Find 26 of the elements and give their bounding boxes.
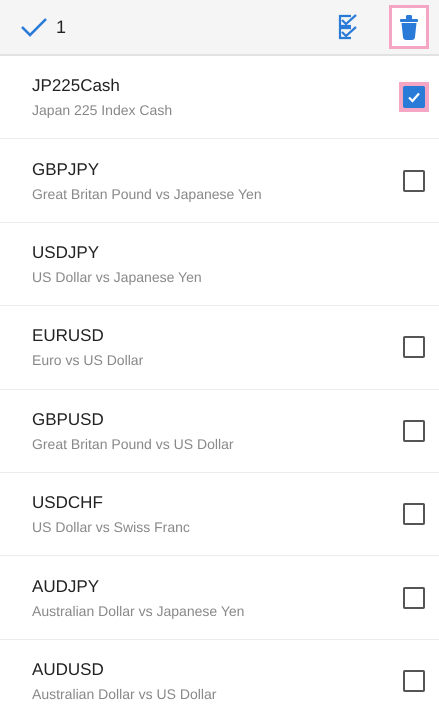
- checkbox[interactable]: [403, 503, 425, 526]
- symbol-description: Euro vs US Dollar: [32, 352, 144, 368]
- symbol-description: Great Britan Pound vs US Dollar: [32, 436, 235, 452]
- checkbox[interactable]: [403, 670, 425, 692]
- symbol-description: Australian Dollar vs Japanese Yen: [32, 602, 246, 619]
- trash-icon: [399, 14, 419, 40]
- checkbox[interactable]: [403, 170, 425, 192]
- symbol-description: Australian Dollar vs US Dollar: [32, 686, 218, 702]
- symbol-name: AUDJPY: [32, 576, 100, 597]
- checkbox[interactable]: [403, 586, 425, 609]
- symbol-description: US Dollar vs Swiss Franc: [32, 519, 191, 536]
- symbol-name: USDJPY: [32, 242, 100, 263]
- symbol-name: JP225Cash: [32, 76, 121, 96]
- symbol-description: Great Britan Pound vs Japanese Yen: [32, 186, 263, 202]
- symbol-name: EURUSD: [32, 326, 105, 346]
- check-icon[interactable]: [20, 17, 48, 37]
- symbol-description: US Dollar vs Japanese Yen: [32, 268, 203, 285]
- selected-count: 1: [56, 16, 66, 38]
- checkbox[interactable]: [403, 420, 425, 442]
- trash-button[interactable]: [389, 5, 429, 49]
- symbol-name: GBPJPY: [32, 160, 100, 180]
- symbol-name: GBPUSD: [32, 410, 105, 430]
- symbol-name: USDCHF: [32, 493, 104, 514]
- symbol-description: Japan 225 Index Cash: [32, 102, 174, 118]
- symbol-name: AUDUSD: [32, 660, 105, 680]
- checkbox[interactable]: [403, 336, 425, 358]
